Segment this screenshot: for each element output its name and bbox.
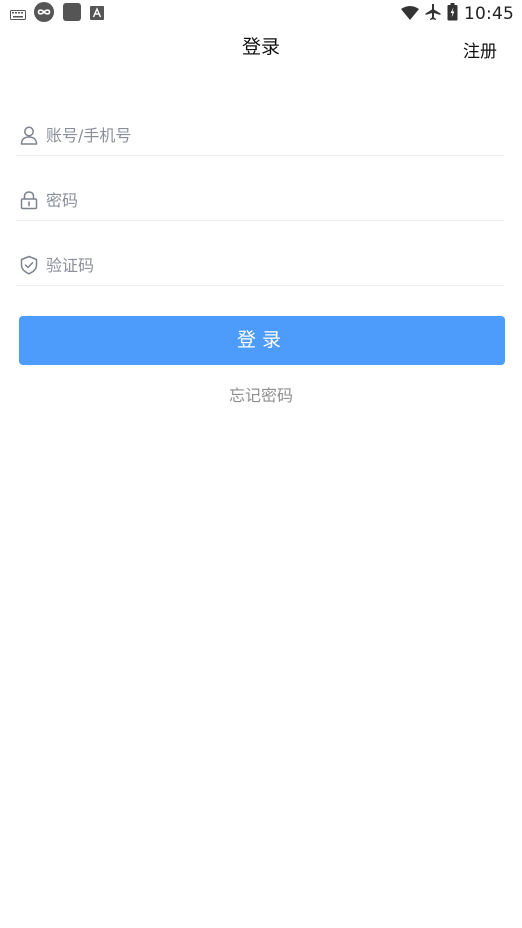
square-app-icon xyxy=(62,2,82,26)
status-bar-left xyxy=(10,2,104,26)
airplane-icon xyxy=(425,3,441,25)
status-bar-right: 10:45 xyxy=(401,3,514,25)
a-app-icon xyxy=(90,5,104,24)
lock-icon xyxy=(18,189,40,211)
battery-icon xyxy=(447,3,458,25)
code-field-row xyxy=(16,245,504,286)
verification-code-input[interactable] xyxy=(46,250,486,280)
status-bar: 10:45 xyxy=(0,0,522,28)
login-button[interactable]: 登录 xyxy=(19,316,505,365)
shield-check-icon xyxy=(18,254,40,276)
login-screen: 10:45 登录 注册 账号/手机号 验证码 登录 忘记密码 xyxy=(0,0,522,928)
password-field-row xyxy=(16,180,504,221)
infinity-app-icon xyxy=(34,2,54,26)
status-time: 10:45 xyxy=(464,4,514,24)
password-input[interactable] xyxy=(46,185,486,215)
keyboard-icon xyxy=(10,5,26,24)
user-icon xyxy=(18,124,40,146)
register-button[interactable]: 注册 xyxy=(463,40,497,64)
forgot-password-link[interactable]: 忘记密码 xyxy=(0,384,522,408)
wifi-icon xyxy=(401,5,419,24)
page-title: 登录 xyxy=(241,36,280,58)
account-input[interactable] xyxy=(46,120,486,150)
account-field-row xyxy=(16,115,504,156)
